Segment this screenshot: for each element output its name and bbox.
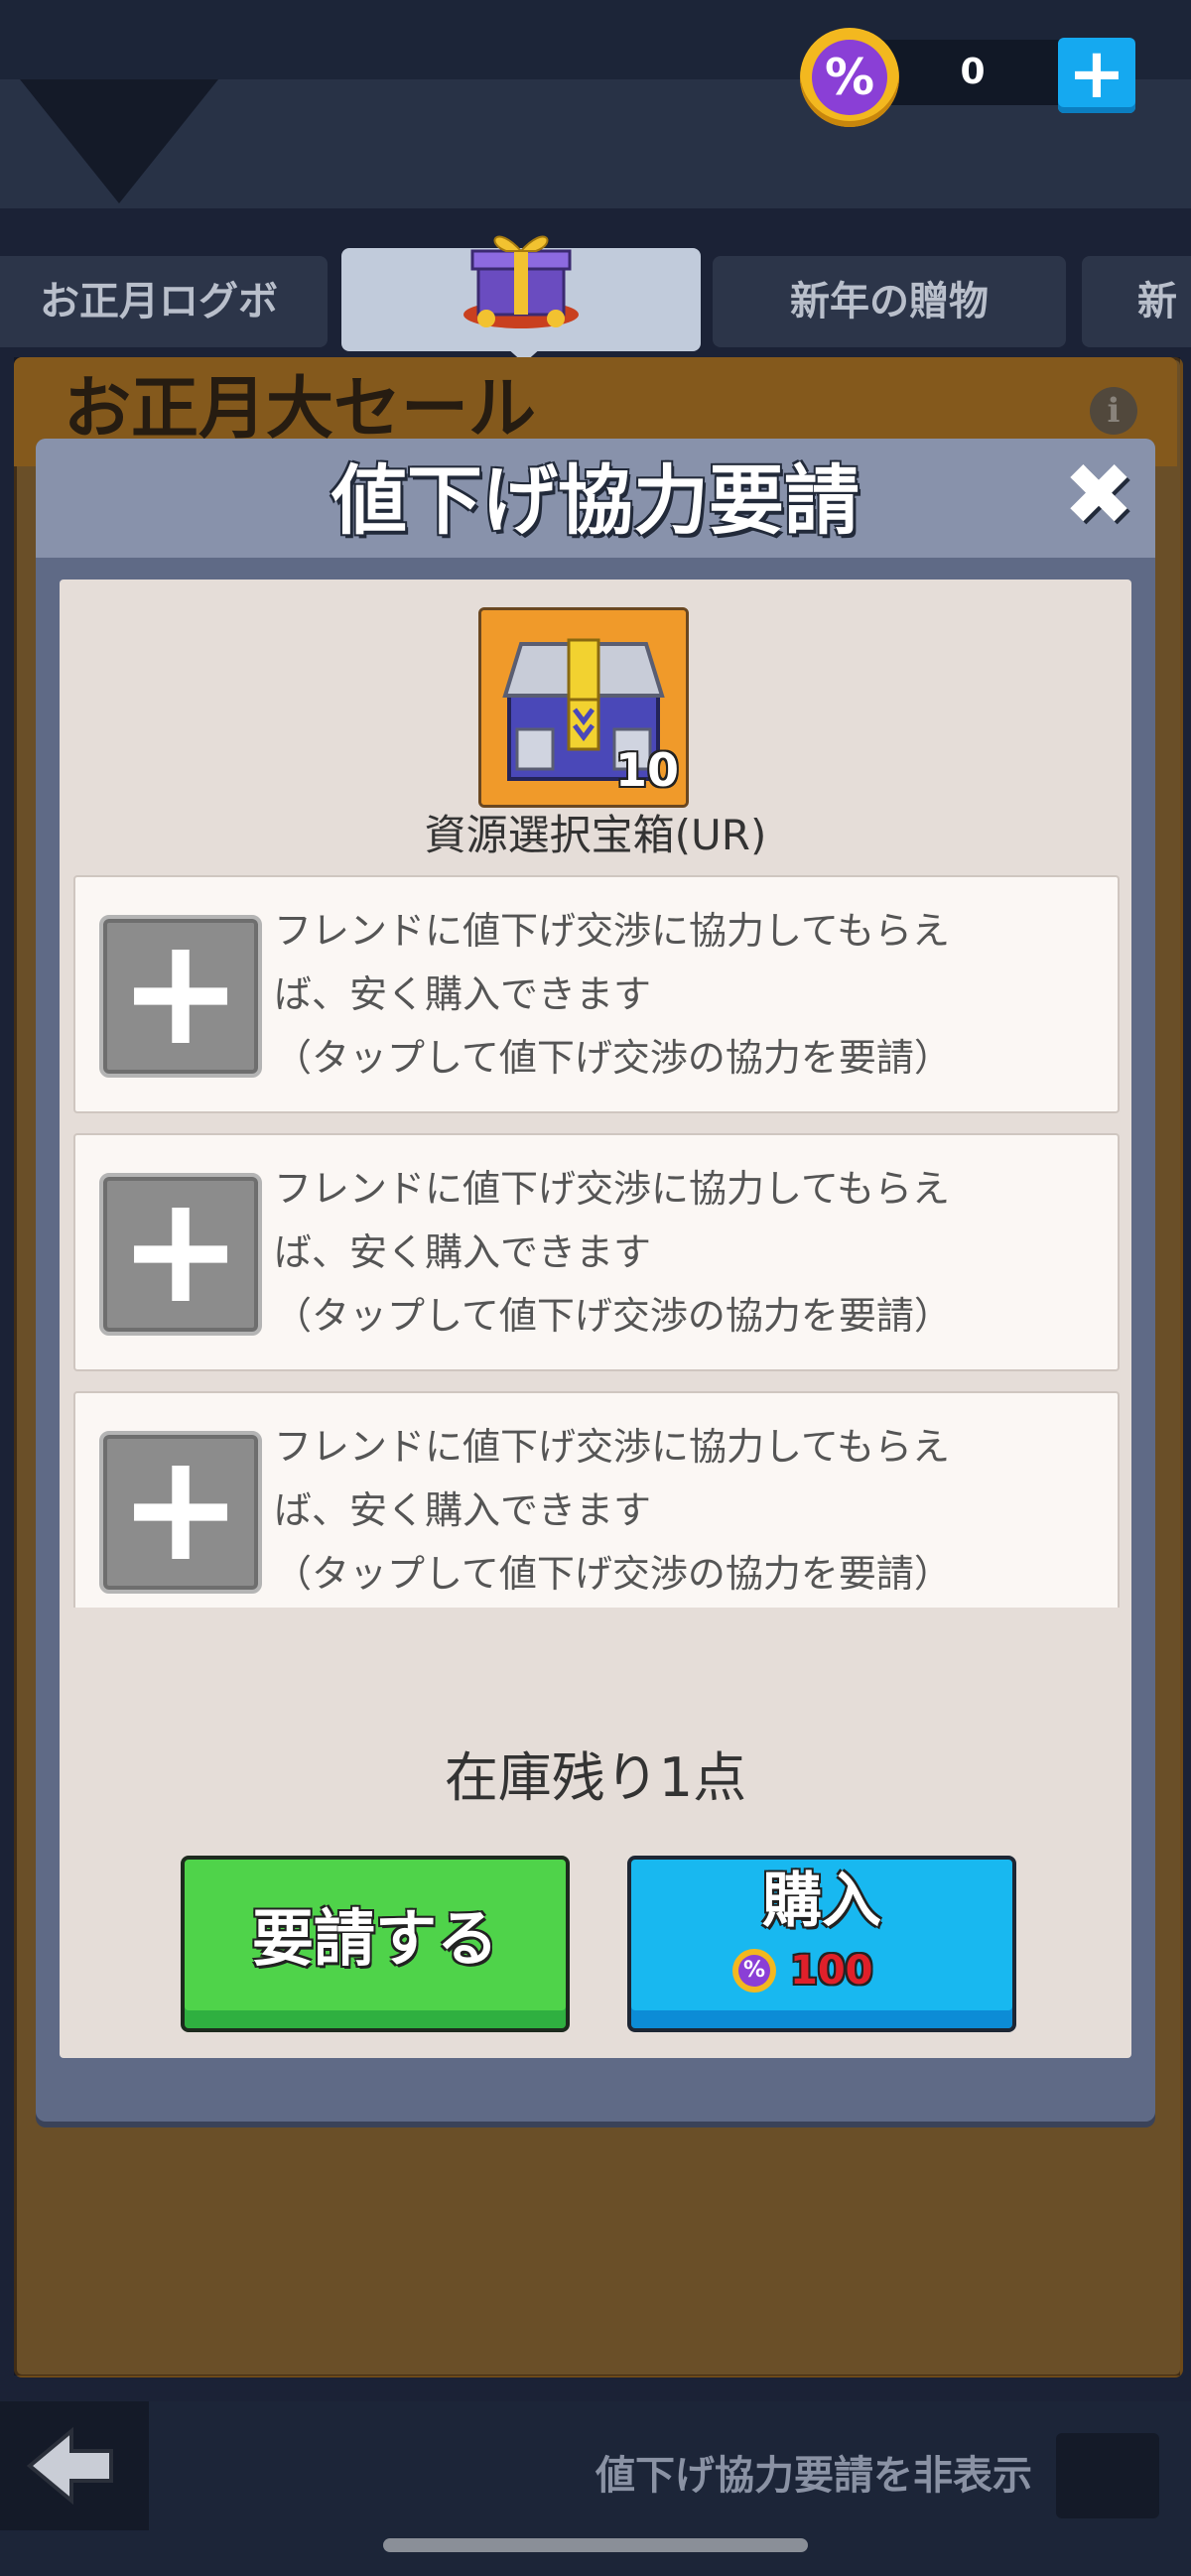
back-arrow-icon[interactable] xyxy=(0,2401,149,2530)
slot-description: フレンドに値下げ交渉に協力してもらえ ば、安く購入できます （タップして値下げ交… xyxy=(274,1425,952,1596)
modal-title: 値下げ協力要請 xyxy=(331,456,860,545)
gift-box-icon xyxy=(463,235,579,328)
buy-button-label: 購入 xyxy=(762,1867,881,1936)
item-count: 10 xyxy=(614,743,679,797)
discount-coin-icon: % xyxy=(732,1949,776,1993)
tab-new-year-gift[interactable]: 新年の贈物 xyxy=(713,256,1066,347)
tab-new-year-login[interactable]: お正月ログボ xyxy=(0,256,328,347)
request-slot[interactable]: + フレンドに値下げ交渉に協力してもらえ ば、安く購入できます （タップして値下… xyxy=(73,1133,1120,1371)
item-name: 資源選択宝箱(UR) xyxy=(424,811,767,859)
slot-description: フレンドに値下げ交渉に協力してもらえ ば、安く購入できます （タップして値下げ交… xyxy=(274,909,952,1080)
add-friend-plus-icon[interactable]: + xyxy=(99,1173,262,1336)
add-currency-button[interactable]: + xyxy=(1058,38,1135,113)
request-slot-list[interactable]: + フレンドに値下げ交渉に協力してもらえ ば、安く購入できます （タップして値下… xyxy=(60,871,1131,1608)
stock-remaining: 在庫残り1点 xyxy=(444,1746,747,1809)
hide-request-label: 値下げ協力要請を非表示 xyxy=(596,2453,1032,2499)
currency-value: 0 xyxy=(960,52,986,92)
request-button[interactable]: 要請する xyxy=(181,1856,570,2032)
tab-next[interactable]: 新 xyxy=(1082,256,1191,347)
add-friend-plus-icon[interactable]: + xyxy=(99,1431,262,1594)
buy-price: 100 xyxy=(790,1948,873,1994)
slot-description: フレンドに値下げ交渉に協力してもらえ ば、安く購入できます （タップして値下げ交… xyxy=(274,1167,952,1338)
discount-coin-icon: % xyxy=(800,28,899,127)
add-friend-plus-icon[interactable]: + xyxy=(99,915,262,1078)
request-slot[interactable]: + フレンドに値下げ交渉に協力してもらえ ば、安く購入できます （タップして値下… xyxy=(73,875,1120,1113)
hide-request-checkbox[interactable] xyxy=(1056,2433,1159,2518)
request-slot[interactable]: + フレンドに値下げ交渉に協力してもらえ ば、安く購入できます （タップして値下… xyxy=(73,1391,1120,1608)
header-decoration xyxy=(20,79,218,203)
home-indicator xyxy=(383,2538,808,2552)
close-icon[interactable]: ✖ xyxy=(1056,452,1141,538)
